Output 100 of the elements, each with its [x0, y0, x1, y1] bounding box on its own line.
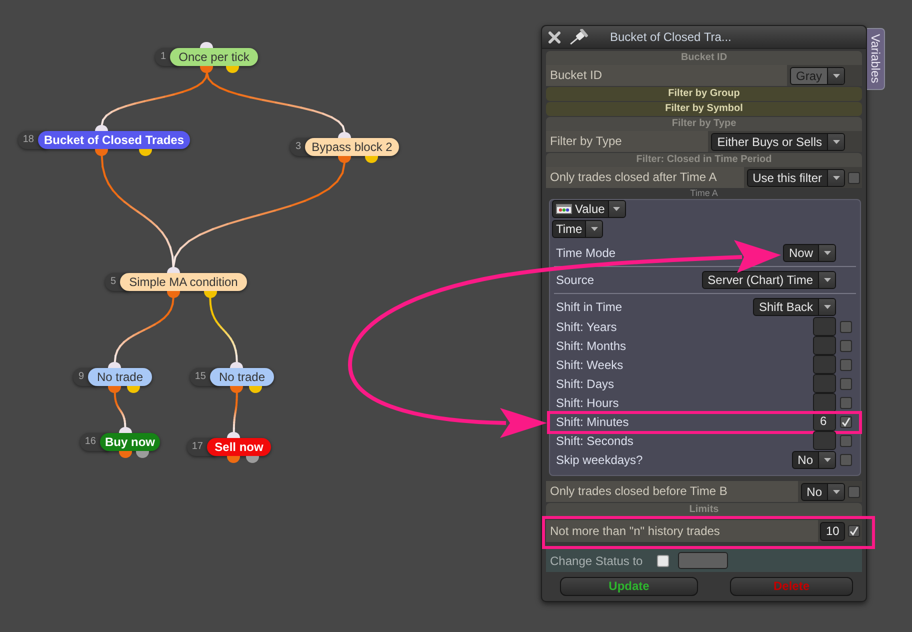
output-port-icon[interactable] [227, 456, 240, 463]
value-type-icon [556, 204, 572, 214]
check-icon [848, 526, 858, 536]
output-port-icon[interactable] [136, 451, 150, 458]
window-title: Bucket of Closed Tra... [610, 29, 732, 46]
input-port-icon[interactable] [166, 267, 180, 273]
checkbox[interactable] [840, 454, 852, 466]
checkbox[interactable] [840, 378, 852, 390]
block-node[interactable]: Bypass block 2 [305, 138, 399, 156]
output-port-icon[interactable] [139, 149, 152, 156]
dropdown[interactable]: Either Buys or Sells [711, 132, 845, 150]
block-node[interactable]: Once per tick [170, 48, 258, 66]
output-port-icon[interactable] [95, 149, 108, 156]
input-port-icon[interactable] [227, 432, 240, 438]
connector-line [114, 392, 126, 428]
caret-icon[interactable] [613, 207, 620, 211]
dropdown[interactable]: Value [552, 200, 626, 218]
block-node[interactable]: No trade [210, 368, 274, 386]
input-port-icon[interactable] [118, 427, 132, 433]
output-port-icon[interactable] [246, 456, 259, 463]
number-field[interactable] [813, 317, 836, 336]
checkbox[interactable] [840, 396, 852, 408]
checkbox[interactable] [840, 416, 852, 428]
output-port-icon[interactable] [118, 451, 132, 458]
field-label: Not more than "n" history trades [546, 520, 818, 542]
output-port-icon[interactable] [226, 66, 239, 73]
input-port-icon[interactable] [200, 42, 214, 48]
block-node[interactable]: Buy now [100, 433, 160, 451]
number-field[interactable] [813, 374, 836, 393]
output-port-icon[interactable] [200, 66, 214, 73]
checkbox[interactable] [840, 358, 852, 370]
number-field[interactable] [813, 336, 836, 355]
section-header: Filter by Symbol [546, 102, 862, 116]
checkbox[interactable] [848, 172, 860, 184]
checkbox[interactable] [656, 554, 669, 566]
field-label: Shift: Months [556, 338, 628, 354]
check-icon [841, 416, 851, 426]
caret-icon[interactable] [824, 251, 830, 255]
output-port-icon[interactable] [126, 386, 140, 393]
number-field[interactable] [813, 431, 836, 450]
dropdown[interactable]: Use this filter [746, 168, 845, 186]
checkbox[interactable] [848, 525, 860, 537]
caret-icon[interactable] [832, 74, 840, 78]
field-label: Shift: Years [556, 318, 618, 336]
caret-icon[interactable] [824, 305, 830, 309]
caret-icon[interactable] [832, 176, 840, 180]
input-port-icon[interactable] [95, 125, 108, 131]
section-header: Filter by Group [546, 87, 862, 101]
block-node[interactable]: Sell now [207, 438, 271, 456]
block-node[interactable]: Simple MA condition [120, 273, 247, 291]
dropdown[interactable]: Time [552, 220, 604, 238]
block-node[interactable]: Bucket of Closed Trades [38, 131, 190, 149]
checkbox[interactable] [840, 434, 852, 446]
field-label: Only trades closed after Time A [546, 167, 744, 188]
output-port-icon[interactable] [248, 386, 262, 393]
section-header: Filter by Type [546, 117, 862, 131]
update-button[interactable]: Update [560, 577, 698, 596]
caret-icon[interactable] [590, 227, 598, 231]
connector-line [232, 392, 238, 433]
field-label: Shift: Seconds [556, 432, 634, 450]
dropdown[interactable]: No [800, 482, 845, 500]
caret-icon[interactable] [832, 490, 840, 494]
color-field[interactable] [678, 552, 728, 569]
pin-icon[interactable] [568, 29, 590, 45]
input-port-icon[interactable] [108, 362, 122, 368]
dropdown[interactable]: No [792, 451, 836, 469]
connector-line [209, 297, 238, 363]
close-icon[interactable] [548, 30, 561, 44]
field-label: Source [556, 272, 596, 289]
checkbox[interactable] [840, 340, 852, 352]
caret-icon[interactable] [832, 140, 840, 144]
output-port-icon[interactable] [230, 386, 244, 393]
input-port-icon[interactable] [338, 132, 351, 138]
output-port-icon[interactable] [166, 291, 180, 298]
number-field[interactable] [813, 393, 836, 412]
variables-tab[interactable]: Variables [867, 28, 885, 90]
connector-line [114, 297, 174, 363]
field-label: Shift: Days [556, 376, 616, 392]
field-label: Filter by Type [546, 131, 708, 152]
output-port-icon[interactable] [365, 156, 378, 163]
field-label: Bucket ID [546, 65, 787, 86]
caret-icon[interactable] [824, 458, 830, 462]
caret-icon[interactable] [824, 278, 830, 282]
dropdown[interactable]: Now [782, 244, 836, 262]
number-field[interactable] [813, 355, 836, 374]
output-port-icon[interactable] [338, 156, 351, 163]
output-port-icon[interactable] [108, 386, 122, 393]
dropdown[interactable]: Server (Chart) Time [702, 271, 836, 289]
dropdown[interactable]: Shift Back [752, 298, 836, 316]
field-label: Shift: Hours [556, 394, 620, 412]
checkbox[interactable] [840, 320, 852, 332]
field-label: Shift in Time [556, 299, 624, 316]
input-port-icon[interactable] [230, 362, 244, 368]
section-header: Bucket ID [546, 51, 862, 65]
field-label: Shift: Minutes [556, 414, 630, 430]
output-port-icon[interactable] [204, 291, 217, 298]
number-field[interactable]: 10 [820, 522, 845, 540]
block-node[interactable]: No trade [88, 368, 152, 386]
checkbox[interactable] [848, 486, 860, 498]
section-caption: Time A [689, 188, 719, 199]
